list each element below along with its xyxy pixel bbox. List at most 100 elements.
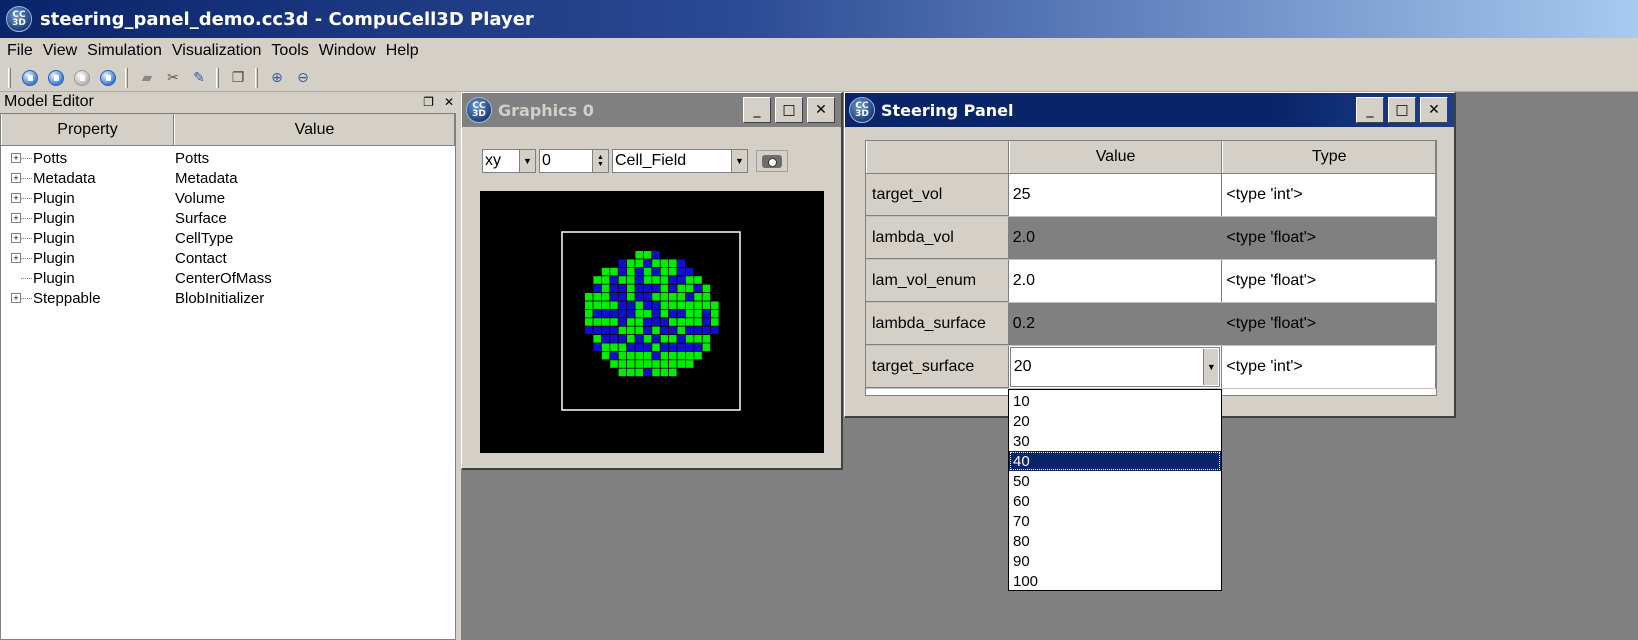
dropdown-option[interactable]: 70 <box>1009 511 1221 531</box>
tree-row[interactable]: + Plugin Volume <box>1 188 455 208</box>
value-cell[interactable]: 25 <box>1009 174 1223 216</box>
close-icon[interactable]: ✕ <box>442 95 456 109</box>
steering-title-bar[interactable]: CC 3D Steering Panel _ □ ✕ <box>845 93 1454 127</box>
cell <box>618 301 627 309</box>
cell <box>677 284 685 293</box>
value-cell[interactable]: 0.2 <box>1008 303 1223 345</box>
row-header[interactable]: target_vol <box>866 174 1009 216</box>
expand-icon[interactable]: + <box>11 173 21 183</box>
tree-row[interactable]: + Plugin Contact <box>1 248 455 268</box>
close-button[interactable]: ✕ <box>1420 97 1448 123</box>
tree-row[interactable]: + Steppable BlobInitializer <box>1 288 455 308</box>
dropdown-option[interactable]: 90 <box>1009 551 1221 571</box>
graphics-title-bar[interactable]: CC 3D Graphics 0 _ □ ✕ <box>462 93 841 127</box>
toolbar-grip[interactable] <box>216 67 219 88</box>
cell <box>593 276 601 284</box>
expand-icon[interactable]: + <box>11 253 21 263</box>
cell <box>618 293 627 301</box>
float-icon[interactable]: ❐ <box>422 95 436 109</box>
new-window-button[interactable]: ❐ <box>225 66 251 90</box>
row-header[interactable]: lambda_surface <box>866 303 1009 345</box>
column-header-type[interactable]: Type <box>1222 141 1436 173</box>
expand-icon[interactable]: + <box>11 193 21 203</box>
dropdown-option[interactable]: 50 <box>1009 471 1221 491</box>
field-select[interactable]: Cell_Field ▼ <box>612 149 748 173</box>
menu-file[interactable]: File <box>2 40 38 62</box>
maximize-button[interactable]: □ <box>775 97 803 123</box>
edit-button[interactable]: ✎ <box>186 66 212 90</box>
zoom-out-button[interactable]: ⊖ <box>290 66 316 90</box>
tree-row[interactable]: + Plugin CellType <box>1 228 455 248</box>
position-spinbox[interactable]: 0 ▲ ▼ <box>539 149 609 173</box>
cell <box>660 351 669 360</box>
screenshot-button[interactable] <box>756 150 788 172</box>
expand-icon[interactable]: + <box>11 153 21 163</box>
row-header[interactable]: lambda_vol <box>866 217 1009 259</box>
cell <box>669 309 677 318</box>
tree-row[interactable]: + Metadata Metadata <box>1 168 455 188</box>
step-button[interactable] <box>43 66 69 90</box>
tree-row-value: Potts <box>175 149 210 167</box>
target-surface-dropdown-list[interactable]: 10 20 30 40 50 60 70 80 90 100 <box>1008 389 1222 591</box>
dropdown-option[interactable]: 100 <box>1009 571 1221 591</box>
menu-visualization[interactable]: Visualization <box>167 40 267 62</box>
toolbar-grip[interactable] <box>255 67 258 88</box>
cell <box>618 360 627 368</box>
cell <box>643 318 652 326</box>
model-editor-title: Model Editor <box>4 93 94 110</box>
target-surface-combo[interactable]: 20 ▼ <box>1009 347 1221 387</box>
tools-button[interactable]: ✂ <box>160 66 186 90</box>
cell <box>652 368 660 377</box>
dropdown-arrow-icon[interactable]: ▼ <box>1203 349 1219 385</box>
dropdown-option[interactable]: 60 <box>1009 491 1221 511</box>
cell <box>702 293 711 301</box>
value-cell[interactable]: 20 ▼ <box>1009 346 1223 388</box>
zoom-in-button[interactable]: ⊕ <box>264 66 290 90</box>
steering-panel-window: CC 3D Steering Panel _ □ ✕ Value Type tar… <box>844 92 1456 418</box>
cell <box>635 276 643 284</box>
cell <box>677 326 685 335</box>
menu-view[interactable]: View <box>38 40 82 62</box>
menu-help[interactable]: Help <box>381 40 424 62</box>
dropdown-option[interactable]: 10 <box>1009 391 1221 411</box>
tree-row[interactable]: Plugin CenterOfMass <box>1 268 455 288</box>
toolbar-grip[interactable] <box>8 67 11 88</box>
open-button[interactable]: ▰ <box>134 66 160 90</box>
minimize-button[interactable]: _ <box>743 97 771 123</box>
column-header-property[interactable]: Property <box>1 114 174 145</box>
expand-icon[interactable]: + <box>11 293 21 303</box>
expand-icon[interactable]: + <box>11 213 21 223</box>
toolbar-grip[interactable] <box>125 67 128 88</box>
menu-window[interactable]: Window <box>314 40 381 62</box>
value-cell[interactable]: 2.0 <box>1009 260 1223 302</box>
pause-icon <box>74 69 90 86</box>
row-header[interactable]: target_surface <box>866 346 1009 388</box>
model-editor-tree[interactable]: Property Value + Potts Potts + Metadata Metad… <box>0 113 456 640</box>
expand-icon[interactable]: + <box>11 233 21 243</box>
maximize-button[interactable]: □ <box>1388 97 1416 123</box>
dropdown-option[interactable]: 80 <box>1009 531 1221 551</box>
cell-field-canvas[interactable] <box>480 191 824 453</box>
cell <box>677 335 685 343</box>
row-header[interactable]: lam_vol_enum <box>866 260 1009 302</box>
dropdown-option[interactable]: 20 <box>1009 411 1221 431</box>
cell <box>585 318 593 326</box>
tree-row[interactable]: + Plugin Surface <box>1 208 455 228</box>
dropdown-option[interactable]: 30 <box>1009 431 1221 451</box>
column-header-value[interactable]: Value <box>1008 141 1223 173</box>
cell <box>618 318 627 326</box>
pause-button[interactable] <box>69 66 95 90</box>
dropdown-option[interactable]: 40 <box>1009 451 1221 471</box>
menu-simulation[interactable]: Simulation <box>82 40 167 62</box>
close-button[interactable]: ✕ <box>807 97 835 123</box>
column-header-value[interactable]: Value <box>174 114 455 145</box>
minimize-button[interactable]: _ <box>1356 97 1384 123</box>
tree-row-property: Plugin <box>33 189 75 207</box>
run-button[interactable] <box>17 66 43 90</box>
tree-row[interactable]: + Potts Potts <box>1 148 455 168</box>
plane-select[interactable]: xy ▼ <box>482 149 536 173</box>
tree-row-property: Potts <box>33 149 68 167</box>
value-cell[interactable]: 2.0 <box>1008 217 1223 259</box>
menu-tools[interactable]: Tools <box>266 40 313 62</box>
stop-button[interactable] <box>95 66 121 90</box>
